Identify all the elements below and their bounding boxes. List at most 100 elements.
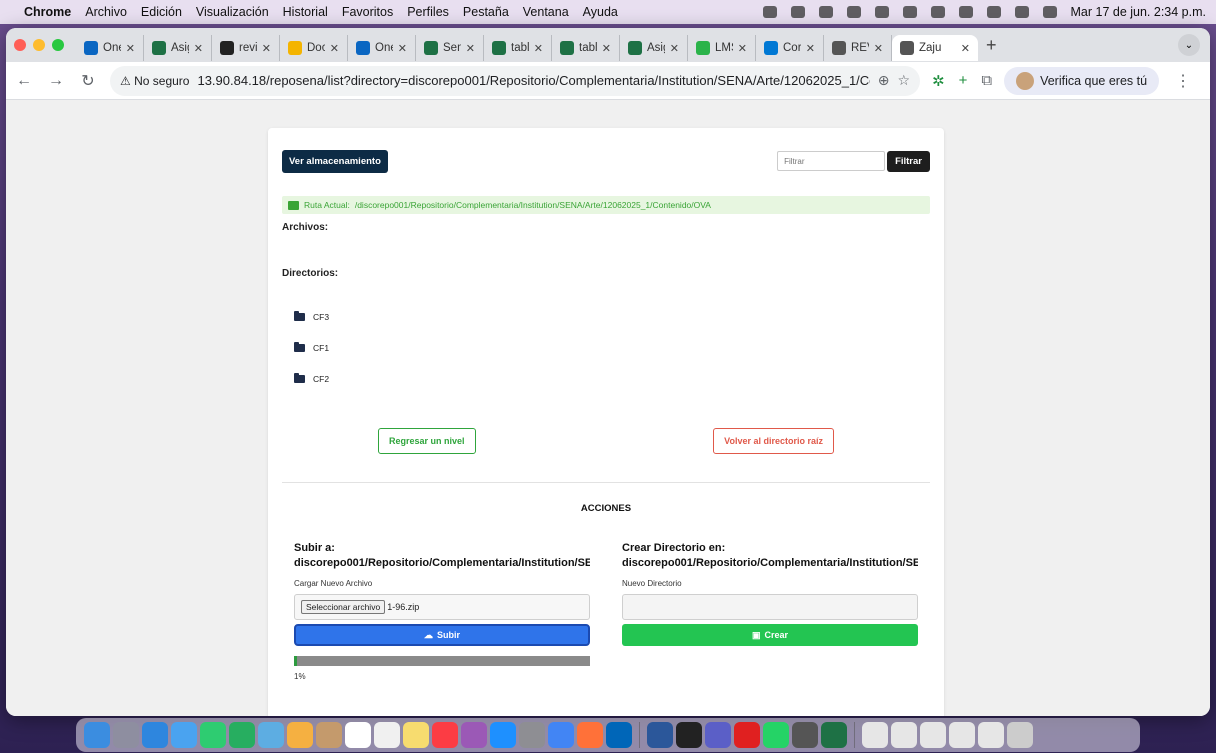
window-thumb-icon[interactable]	[978, 722, 1004, 748]
trash-icon[interactable]	[1007, 722, 1033, 748]
tab-close-icon[interactable]: ✕	[874, 42, 883, 55]
zoom-icon[interactable]: ⊕	[878, 72, 890, 89]
calculator-icon[interactable]	[792, 722, 818, 748]
tab-close-icon[interactable]: ✕	[738, 42, 747, 55]
filter-button[interactable]: Filtrar	[887, 151, 930, 172]
appstore-icon[interactable]	[490, 722, 516, 748]
browser-tab[interactable]: One ✕	[348, 35, 416, 61]
chrome-icon[interactable]	[548, 722, 574, 748]
contacts-icon[interactable]	[316, 722, 342, 748]
view-storage-button[interactable]: Ver almacenamiento	[282, 150, 388, 173]
browser-tab[interactable]: Zaju ✕	[892, 35, 978, 61]
tab-close-icon[interactable]: ✕	[670, 42, 679, 55]
window-thumb-icon[interactable]	[949, 722, 975, 748]
back-arrow-icon[interactable]: ←	[14, 72, 34, 90]
directory-name[interactable]: CF3	[313, 312, 329, 322]
menu-archivo[interactable]: Archivo	[85, 5, 127, 19]
list-item[interactable]: CF3	[294, 301, 930, 332]
wifi-icon[interactable]	[958, 6, 973, 18]
music-icon[interactable]	[432, 722, 458, 748]
volume-icon[interactable]	[846, 6, 861, 18]
menu-visualizacion[interactable]: Visualización	[196, 5, 269, 19]
directory-name[interactable]: CF1	[313, 343, 329, 353]
launchpad-icon[interactable]	[113, 722, 139, 748]
tab-close-icon[interactable]: ✕	[194, 42, 203, 55]
tab-close-icon[interactable]: ✕	[806, 42, 815, 55]
firefox-icon[interactable]	[577, 722, 603, 748]
address-bar[interactable]: ⚠ No seguro 13.90.84.18/reposena/list?di…	[110, 65, 920, 96]
teams-icon[interactable]	[705, 722, 731, 748]
messages-icon[interactable]	[229, 722, 255, 748]
control-center-icon[interactable]	[1014, 6, 1029, 18]
siri-icon[interactable]	[1042, 6, 1057, 18]
menu-app-name[interactable]: Chrome	[24, 5, 71, 19]
filter-input[interactable]	[777, 151, 886, 171]
extension-plus-icon[interactable]: +	[959, 72, 968, 89]
browser-tab[interactable]: Sem ✕	[416, 35, 484, 61]
status-app-icon[interactable]	[762, 6, 777, 18]
window-thumb-icon[interactable]	[920, 722, 946, 748]
calendar-icon[interactable]	[345, 722, 371, 748]
insecure-label[interactable]: ⚠ No seguro	[120, 74, 189, 88]
browser-tab[interactable]: Asig ✕	[144, 35, 212, 61]
minimize-window-button[interactable]	[33, 39, 45, 51]
word-icon[interactable]	[647, 722, 673, 748]
tab-close-icon[interactable]: ✕	[602, 42, 611, 55]
menu-edicion[interactable]: Edición	[141, 5, 182, 19]
facetime-icon[interactable]	[200, 722, 226, 748]
whatsapp-icon[interactable]	[763, 722, 789, 748]
browser-tab[interactable]: Asig ✕	[620, 35, 688, 61]
url-text[interactable]: 13.90.84.18/reposena/list?directory=disc…	[197, 73, 869, 88]
browser-menu-icon[interactable]: ⋮	[1175, 71, 1191, 91]
file-input[interactable]: Seleccionar archivo 1-96.zip	[294, 594, 590, 620]
window-thumb-icon[interactable]	[862, 722, 888, 748]
choose-file-button[interactable]: Seleccionar archivo	[301, 600, 386, 614]
menu-favoritos[interactable]: Favoritos	[342, 5, 393, 19]
vscode-icon[interactable]	[606, 722, 632, 748]
notes-icon[interactable]	[403, 722, 429, 748]
menu-ayuda[interactable]: Ayuda	[583, 5, 618, 19]
reminders-icon[interactable]	[374, 722, 400, 748]
reload-icon[interactable]: ↻	[78, 71, 98, 91]
browser-tab[interactable]: REV ✕	[824, 35, 892, 61]
safari-icon[interactable]	[142, 722, 168, 748]
podcasts-icon[interactable]	[461, 722, 487, 748]
close-window-button[interactable]	[14, 39, 26, 51]
tab-search-button[interactable]: ⌄	[1178, 34, 1200, 56]
photos-icon[interactable]	[287, 722, 313, 748]
new-tab-button[interactable]: +	[986, 35, 997, 56]
browser-tab[interactable]: LMS ✕	[688, 35, 756, 61]
settings-icon[interactable]	[519, 722, 545, 748]
bluetooth-icon[interactable]	[874, 6, 889, 18]
tab-close-icon[interactable]: ✕	[534, 42, 543, 55]
forward-arrow-icon[interactable]: →	[46, 72, 66, 90]
tab-close-icon[interactable]: ✕	[961, 42, 970, 55]
excel-icon[interactable]	[821, 722, 847, 748]
up-one-level-button[interactable]: Regresar un nivel	[378, 428, 476, 454]
list-item[interactable]: CF2	[294, 363, 930, 394]
browser-tab[interactable]: tabl ✕	[484, 35, 552, 61]
profile-verify-button[interactable]: Verifica que eres tú	[1004, 66, 1160, 95]
terminal-icon[interactable]	[676, 722, 702, 748]
menu-ventana[interactable]: Ventana	[523, 5, 569, 19]
maps-icon[interactable]	[258, 722, 284, 748]
list-item[interactable]: CF1	[294, 332, 930, 363]
finder-icon[interactable]	[84, 722, 110, 748]
tab-close-icon[interactable]: ✕	[398, 42, 407, 55]
status-app-icon-2[interactable]	[818, 6, 833, 18]
tab-close-icon[interactable]: ✕	[330, 42, 339, 55]
browser-tab[interactable]: One ✕	[76, 35, 144, 61]
menu-pestana[interactable]: Pestaña	[463, 5, 509, 19]
browser-tab[interactable]: revi ✕	[212, 35, 280, 61]
bookmark-star-icon[interactable]: ☆	[897, 72, 910, 89]
create-directory-button[interactable]: ▣ Crear	[622, 624, 918, 646]
extension-icon[interactable]: ✲	[932, 72, 945, 90]
spotlight-icon[interactable]	[986, 6, 1001, 18]
browser-tab[interactable]: tabl ✕	[552, 35, 620, 61]
acrobat-icon[interactable]	[734, 722, 760, 748]
extensions-puzzle-icon[interactable]: ⧉	[981, 72, 992, 89]
browser-tab[interactable]: Corr ✕	[756, 35, 824, 61]
window-thumb-icon[interactable]	[891, 722, 917, 748]
back-to-root-button[interactable]: Volver al directorio raíz	[713, 428, 834, 454]
menu-perfiles[interactable]: Perfiles	[407, 5, 449, 19]
